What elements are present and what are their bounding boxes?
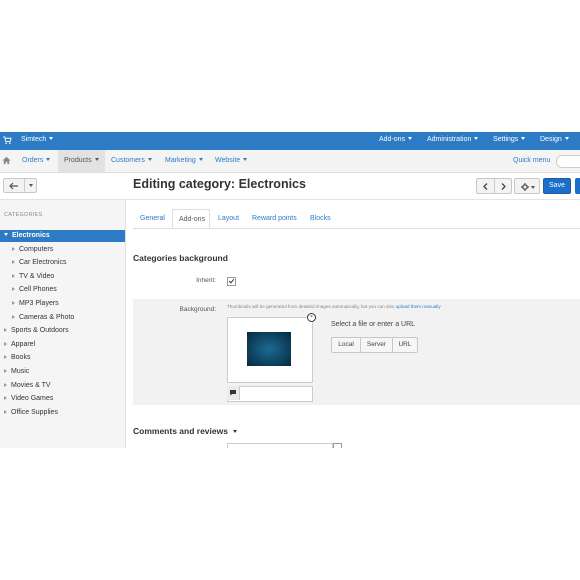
tab-general[interactable]: General [140,209,165,228]
chevron-right-icon[interactable] [4,369,7,373]
sidebar-item-label: Computers [19,245,54,253]
chevron-right-icon[interactable] [4,396,7,401]
sidebar-item-label: Car Electronics [19,259,67,267]
section-title-comments[interactable]: Comments and reviews [133,426,237,436]
chevron-right-icon[interactable] [12,273,15,278]
sidebar-item[interactable]: Cell Phones [0,284,125,296]
menu-products[interactable]: Products [58,150,105,172]
chevron-right-icon[interactable] [4,341,7,346]
menu-marketing[interactable]: Marketing [160,150,208,172]
comments-checkbox[interactable] [333,443,342,448]
sidebar-item[interactable]: Apparel [0,339,125,351]
gear-icon [521,182,529,191]
sidebar-item[interactable]: Cameras & Photo [0,312,125,324]
tab-layout[interactable]: Layout [218,209,239,228]
prev-next-group[interactable] [476,178,512,194]
quick-menu-link[interactable]: Quick menu [513,150,550,172]
sidebar-item-label: Movies & TV [11,381,51,389]
chevron-right-icon[interactable] [4,409,7,414]
chevron-right-icon[interactable] [501,183,506,190]
store-switcher[interactable]: Simtech [21,136,54,143]
page-toolbar: Editing category: Electronics Save [0,173,580,200]
sidebar-heading: CATEGORIES [4,212,43,218]
inherit-checkbox[interactable] [227,277,236,286]
sidebar-item[interactable]: MP3 Players [0,298,125,310]
comments-select[interactable] [227,443,333,448]
chevron-right-icon[interactable] [4,382,7,387]
main-menu: Orders Products Customers Marketing Webs… [0,150,580,173]
chevron-right-icon[interactable] [4,328,7,333]
menu-orders[interactable]: Orders [17,150,55,172]
category-sidebar: CATEGORIES Electronics Computers Car Elect… [0,200,126,448]
sidebar-item-label: MP3 Players [19,300,59,307]
chevron-right-icon[interactable] [12,314,15,319]
chevron-down-icon[interactable] [4,233,8,236]
nav-addons[interactable]: Add-ons [379,136,413,143]
sidebar-item[interactable]: Car Electronics [0,257,125,269]
sidebar-item[interactable]: Electronics [0,230,125,242]
settings-dropdown-button[interactable] [514,178,540,194]
quick-search-input[interactable] [556,155,580,168]
upload-manually-link[interactable]: upload them manually [396,304,441,309]
comment-icon [230,390,236,396]
server-file-button[interactable]: Server [360,337,393,353]
remove-image-icon[interactable]: × [307,313,316,322]
admin-screenshot: Simtech Add-ons Administration Settings … [0,132,580,448]
chevron-right-icon[interactable] [4,355,7,360]
back-button-group[interactable] [3,178,37,193]
background-label: Background: [179,306,217,313]
sidebar-item[interactable]: Computers [0,244,125,256]
sidebar-item-label: Electronics [12,232,50,239]
page-title: Editing category: Electronics [133,177,306,191]
sidebar-item[interactable]: Sports & Outdoors [0,325,125,337]
tab-bar: General Add-ons Layout Reward points Blo… [133,209,580,229]
save-button[interactable]: Save [543,178,571,194]
file-picker-title: Select a file or enter a URL [331,321,416,328]
cart-icon[interactable] [3,136,12,145]
home-icon[interactable] [2,156,11,165]
local-file-button[interactable]: Local [331,337,361,353]
thumbnail-hint: Thumbnails will be generated from detail… [227,304,441,309]
sidebar-item[interactable]: TV & Video [0,271,125,283]
sidebar-item-label: Sports & Outdoors [11,327,69,335]
sidebar-item[interactable]: Movies & TV [0,380,125,392]
tab-blocks[interactable]: Blocks [310,209,331,228]
chevron-down-icon[interactable] [29,184,33,187]
top-bar: Simtech Add-ons Administration Settings … [0,132,580,150]
chevron-down-icon [531,186,535,189]
sidebar-item[interactable]: Office Supplies [0,407,125,419]
save-dropdown-button[interactable] [575,178,580,194]
sidebar-item-label: Video Games [11,395,54,403]
tab-reward-points[interactable]: Reward points [252,209,297,228]
sidebar-item[interactable]: Books [0,352,125,364]
nav-design[interactable]: Design [540,136,569,143]
back-arrow-icon[interactable] [9,182,19,190]
chevron-right-icon[interactable] [12,246,15,251]
menu-website[interactable]: Website [210,150,252,172]
menu-customers[interactable]: Customers [106,150,157,172]
sidebar-item-label: Apparel [11,340,36,348]
chevron-left-icon[interactable] [483,183,488,190]
chevron-right-icon[interactable] [12,260,15,265]
sidebar-item[interactable]: Music [0,366,125,378]
chevron-right-icon[interactable] [12,287,15,292]
background-thumbnail [247,332,291,366]
nav-settings[interactable]: Settings [493,136,526,143]
sidebar-item-label: Books [11,354,31,362]
sidebar-item-label: TV & Video [19,272,55,280]
tab-addons[interactable]: Add-ons [172,209,210,228]
sidebar-item-label: Office Supplies [11,408,58,416]
inherit-label: Inherit: [196,277,216,284]
alt-text-button[interactable] [227,386,240,400]
chevron-right-icon[interactable] [12,301,15,305]
url-file-button[interactable]: URL [392,337,418,353]
section-title-categories-background: Categories background [133,253,228,263]
nav-administration[interactable]: Administration [427,136,479,143]
sidebar-item-label: Music [11,368,30,375]
sidebar-item-label: Cell Phones [19,286,57,294]
sidebar-item-label: Cameras & Photo [19,313,75,321]
sidebar-item[interactable]: Video Games [0,393,125,405]
